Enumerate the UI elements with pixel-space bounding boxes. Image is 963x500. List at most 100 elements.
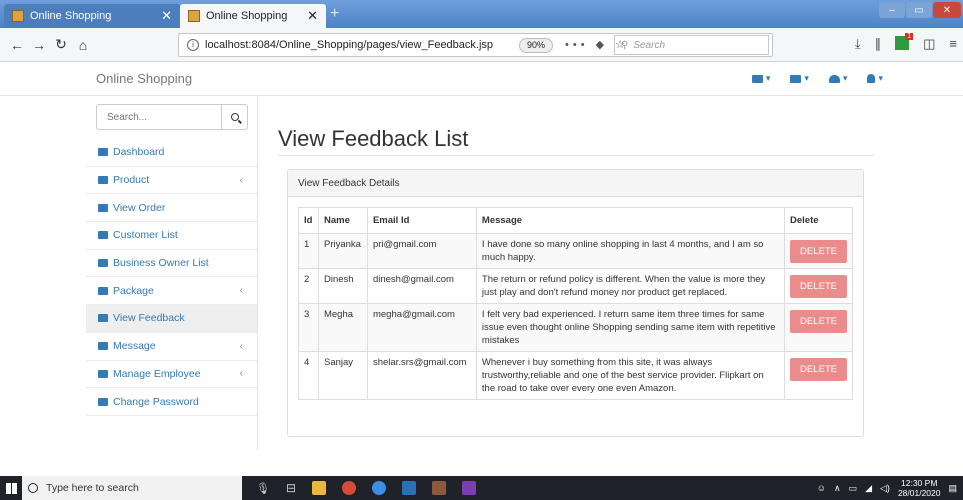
user-dropdown[interactable]: ▾	[867, 73, 883, 84]
library-icon[interactable]: ∥	[875, 36, 882, 52]
table-header-row: Id Name Email Id Message Delete	[298, 207, 853, 234]
back-icon[interactable]: ←	[6, 37, 28, 53]
column-header-delete: Delete	[784, 207, 853, 234]
bar-chart-icon	[98, 176, 108, 185]
close-tab-icon[interactable]: ✕	[307, 8, 318, 24]
people-icon[interactable]: ☺	[817, 483, 826, 493]
bar-chart-icon	[98, 342, 108, 351]
table-icon	[98, 231, 108, 240]
tasks-dropdown[interactable]: ▾	[790, 73, 809, 84]
network-icon[interactable]: ◢	[865, 483, 872, 494]
visual-studio-icon[interactable]	[462, 481, 477, 495]
sidebar-item-label: Package	[113, 284, 154, 297]
home-icon[interactable]: ⌂	[72, 37, 94, 53]
chevron-left-icon[interactable]: ‹	[240, 285, 243, 296]
task-view-icon[interactable]: ⊟	[286, 481, 296, 495]
cell-message: The return or refund policy is different…	[475, 268, 786, 304]
browser-search-placeholder: Search	[633, 39, 666, 51]
sidebar: Dashboard Product ‹ View Order Customer List…	[86, 96, 258, 450]
messages-dropdown[interactable]: ▾	[751, 73, 771, 84]
user-icon	[867, 74, 876, 83]
new-tab-icon[interactable]: +	[330, 6, 339, 22]
url-bar[interactable]: i localhost:8084/Online_Shopping/pages/v…	[178, 33, 773, 57]
caret-down-icon: ▾	[804, 73, 809, 83]
netbeans-icon[interactable]	[402, 481, 417, 495]
sidebar-item[interactable]: Message ‹	[86, 333, 257, 361]
notifications-icon[interactable]: ▤	[948, 483, 957, 494]
sidebar-item-label: Business Owner List	[113, 257, 209, 270]
table-row: 2 Dinesh dinesh@gmail.com The return or ref…	[298, 268, 853, 304]
minimize-window-icon[interactable]: ‒	[879, 2, 905, 18]
sidebar-item[interactable]: Customer List	[86, 222, 257, 250]
zoom-badge[interactable]: 90%	[519, 38, 554, 53]
sidebar-item-label: View Order	[113, 201, 166, 214]
taskbar-search[interactable]: Type here to search	[22, 476, 242, 500]
battery-icon[interactable]: ▭	[849, 483, 858, 494]
sidebar-item-label: Change Password	[113, 395, 199, 408]
delete-button[interactable]: DELETE	[790, 275, 847, 298]
sidebar-search	[96, 104, 248, 130]
chrome-icon[interactable]	[342, 481, 357, 495]
envelope-icon	[751, 74, 763, 83]
browser-tab-active[interactable]: Online Shopping ✕	[180, 4, 326, 28]
menu-icon[interactable]: ≡	[949, 36, 957, 52]
chevron-left-icon[interactable]: ‹	[240, 341, 243, 352]
clock[interactable]: 12:30 PM 28/01/2020	[898, 478, 941, 498]
delete-button[interactable]: DELETE	[790, 358, 847, 381]
sidebar-item[interactable]: Product ‹	[86, 167, 257, 195]
close-tab-icon[interactable]: ✕	[161, 8, 172, 24]
sidebar-item[interactable]: View Feedback	[86, 305, 257, 333]
edge-icon[interactable]	[372, 481, 387, 495]
os-taskbar: Type here to search 🎙 ⊟ ☺ ∧ ▭ ◢ ◁) 12:30…	[0, 476, 963, 500]
microphone-icon[interactable]: 🎙	[256, 482, 270, 495]
delete-button[interactable]: DELETE	[790, 310, 847, 333]
cell-delete: DELETE	[784, 268, 853, 304]
alerts-dropdown[interactable]: ▾	[828, 73, 847, 84]
browser-tab[interactable]: Online Shopping ✕	[4, 4, 180, 28]
sidebar-item[interactable]: Change Password	[86, 388, 257, 416]
sidebar-item-label: Customer List	[113, 229, 178, 242]
caret-down-icon: ▾	[765, 73, 771, 83]
sidebar-menu: Dashboard Product ‹ View Order Customer List…	[86, 139, 257, 416]
sidebar-toggle-icon[interactable]: ◫	[923, 36, 935, 52]
file-explorer-icon[interactable]	[312, 481, 327, 495]
download-icon[interactable]: ⤓	[855, 36, 861, 52]
cell-message: I have done so many online shopping in l…	[475, 233, 786, 269]
clock-time: 12:30 PM	[901, 478, 938, 488]
cell-message: I felt very bad experienced. I return sa…	[475, 303, 786, 352]
table-row: 4 Sanjay shelar.srs@gmail.com Whenever i bu…	[298, 351, 853, 400]
forward-icon[interactable]: →	[28, 37, 50, 53]
maximize-window-icon[interactable]: ▭	[906, 2, 932, 18]
brand-title[interactable]: Online Shopping	[96, 71, 192, 86]
browser-search-input[interactable]: ⚲ Search	[614, 35, 769, 55]
sidebar-item[interactable]: Business Owner List	[86, 250, 257, 278]
extension-icon[interactable]: 1	[895, 33, 914, 50]
close-window-icon[interactable]: ✕	[933, 2, 961, 18]
url-text[interactable]: localhost:8084/Online_Shopping/pages/vie…	[205, 39, 493, 51]
sidebar-search-button[interactable]	[221, 105, 247, 129]
chevron-left-icon[interactable]: ‹	[240, 368, 243, 379]
windows-logo-icon	[5, 482, 17, 494]
info-icon[interactable]: i	[187, 39, 199, 51]
main-content: View Feedback List View Feedback Details…	[258, 96, 963, 450]
sidebar-search-input[interactable]	[97, 105, 221, 129]
sidebar-item[interactable]: View Order	[86, 194, 257, 223]
cell-delete: DELETE	[784, 351, 853, 400]
delete-button[interactable]: DELETE	[790, 240, 847, 263]
table-icon	[98, 203, 108, 212]
sidebar-item[interactable]: Manage Employee ‹	[86, 361, 257, 389]
sidebar-item-label: Product	[113, 174, 150, 187]
app-icon[interactable]	[432, 481, 447, 495]
browser-nav-bar: ← → ↻ ⌂ i localhost:8084/Online_Shopping…	[0, 28, 963, 62]
cortana-icon	[28, 483, 38, 493]
show-hidden-icons[interactable]: ∧	[834, 483, 841, 494]
edit-icon	[98, 397, 108, 406]
start-button[interactable]	[0, 476, 22, 500]
sidebar-item[interactable]: Package ‹	[86, 277, 257, 306]
reload-icon[interactable]: ↻	[50, 36, 72, 53]
sidebar-item[interactable]: Dashboard	[86, 139, 257, 167]
top-nav-dropdowns: ▾ ▾ ▾ ▾	[751, 73, 883, 84]
volume-icon[interactable]: ◁)	[880, 483, 890, 494]
chevron-left-icon[interactable]: ‹	[240, 175, 243, 186]
edit-icon	[98, 314, 108, 323]
